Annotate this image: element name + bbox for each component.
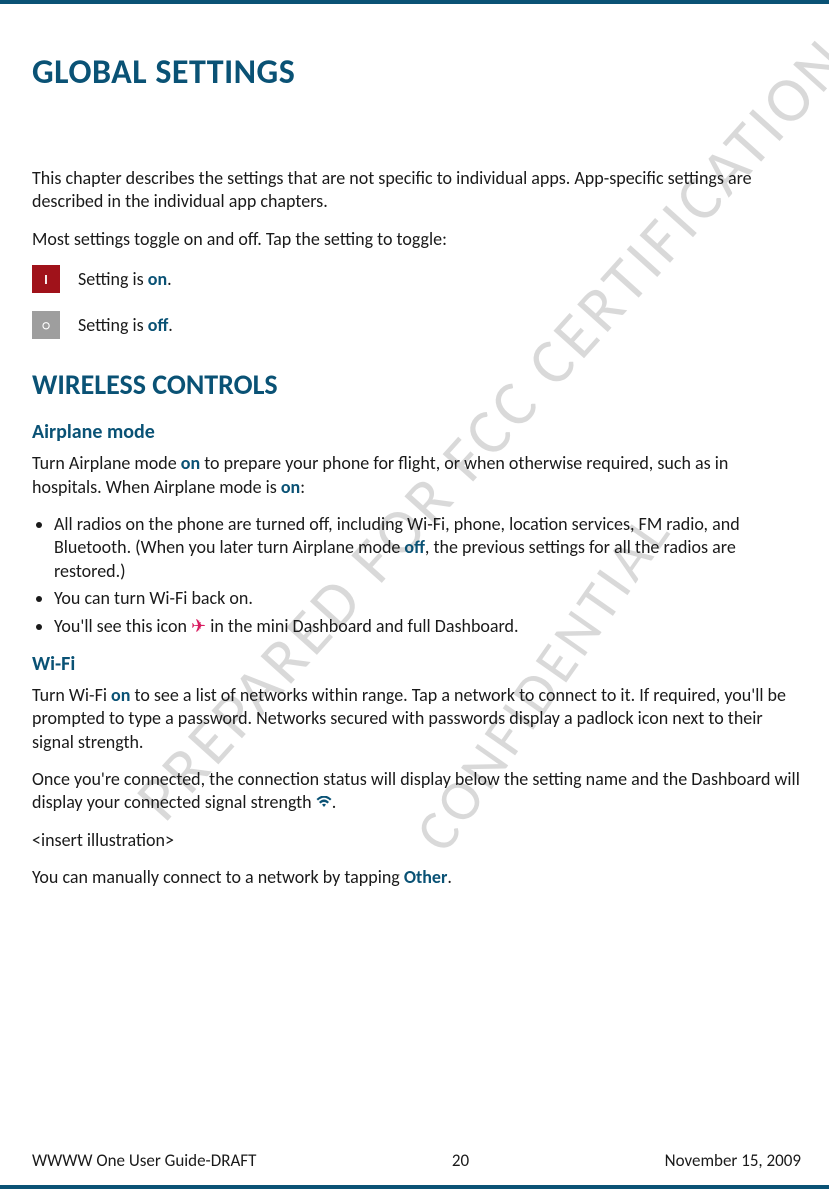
toggle-off-icon: ○ bbox=[32, 311, 60, 339]
intro-paragraph-1: This chapter describes the settings that… bbox=[32, 167, 801, 214]
wifi-icon bbox=[316, 791, 332, 814]
page-footer: WWWW One User Guide-DRAFT 20 November 15… bbox=[32, 1150, 801, 1171]
subheading-airplane-mode: Airplane mode bbox=[32, 420, 801, 444]
toggle-on-label: Setting is on. bbox=[78, 268, 172, 290]
content-area: GLOBAL SETTINGS This chapter describes t… bbox=[32, 52, 801, 890]
toggle-on-row: I Setting is on. bbox=[32, 265, 801, 293]
wifi-paragraph-1: Turn Wi-Fi on to see a list of networks … bbox=[32, 684, 801, 754]
intro-paragraph-2: Most settings toggle on and off. Tap the… bbox=[32, 228, 801, 251]
footer-page-number: 20 bbox=[452, 1150, 469, 1171]
toggle-on-icon: I bbox=[32, 265, 60, 293]
wifi-paragraph-2: Once you're connected, the connection st… bbox=[32, 768, 801, 815]
list-item: All radios on the phone are turned off, … bbox=[54, 513, 801, 583]
subheading-wifi: Wi-Fi bbox=[32, 652, 801, 676]
list-item: You'll see this icon ✈ in the mini Dashb… bbox=[54, 615, 801, 638]
airplane-paragraph: Turn Airplane mode on to prepare your ph… bbox=[32, 452, 801, 499]
page-title: GLOBAL SETTINGS bbox=[32, 52, 801, 93]
footer-date: November 15, 2009 bbox=[665, 1150, 801, 1171]
toggle-off-label: Setting is off. bbox=[78, 314, 173, 336]
section-wireless-controls: WIRELESS CONTROLS bbox=[32, 367, 801, 402]
toggle-off-row: ○ Setting is off. bbox=[32, 311, 801, 339]
list-item: You can turn Wi-Fi back on. bbox=[54, 587, 801, 610]
wifi-paragraph-4: You can manually connect to a network by… bbox=[32, 866, 801, 889]
airplane-icon: ✈ bbox=[191, 615, 206, 638]
airplane-bullet-list: All radios on the phone are turned off, … bbox=[32, 513, 801, 638]
document-page: PREPARED FOR FCC CERTIFICATION CONFIDENT… bbox=[0, 0, 829, 1189]
wifi-illustration-placeholder: <insert illustration> bbox=[32, 829, 801, 852]
footer-left: WWWW One User Guide-DRAFT bbox=[32, 1150, 256, 1171]
